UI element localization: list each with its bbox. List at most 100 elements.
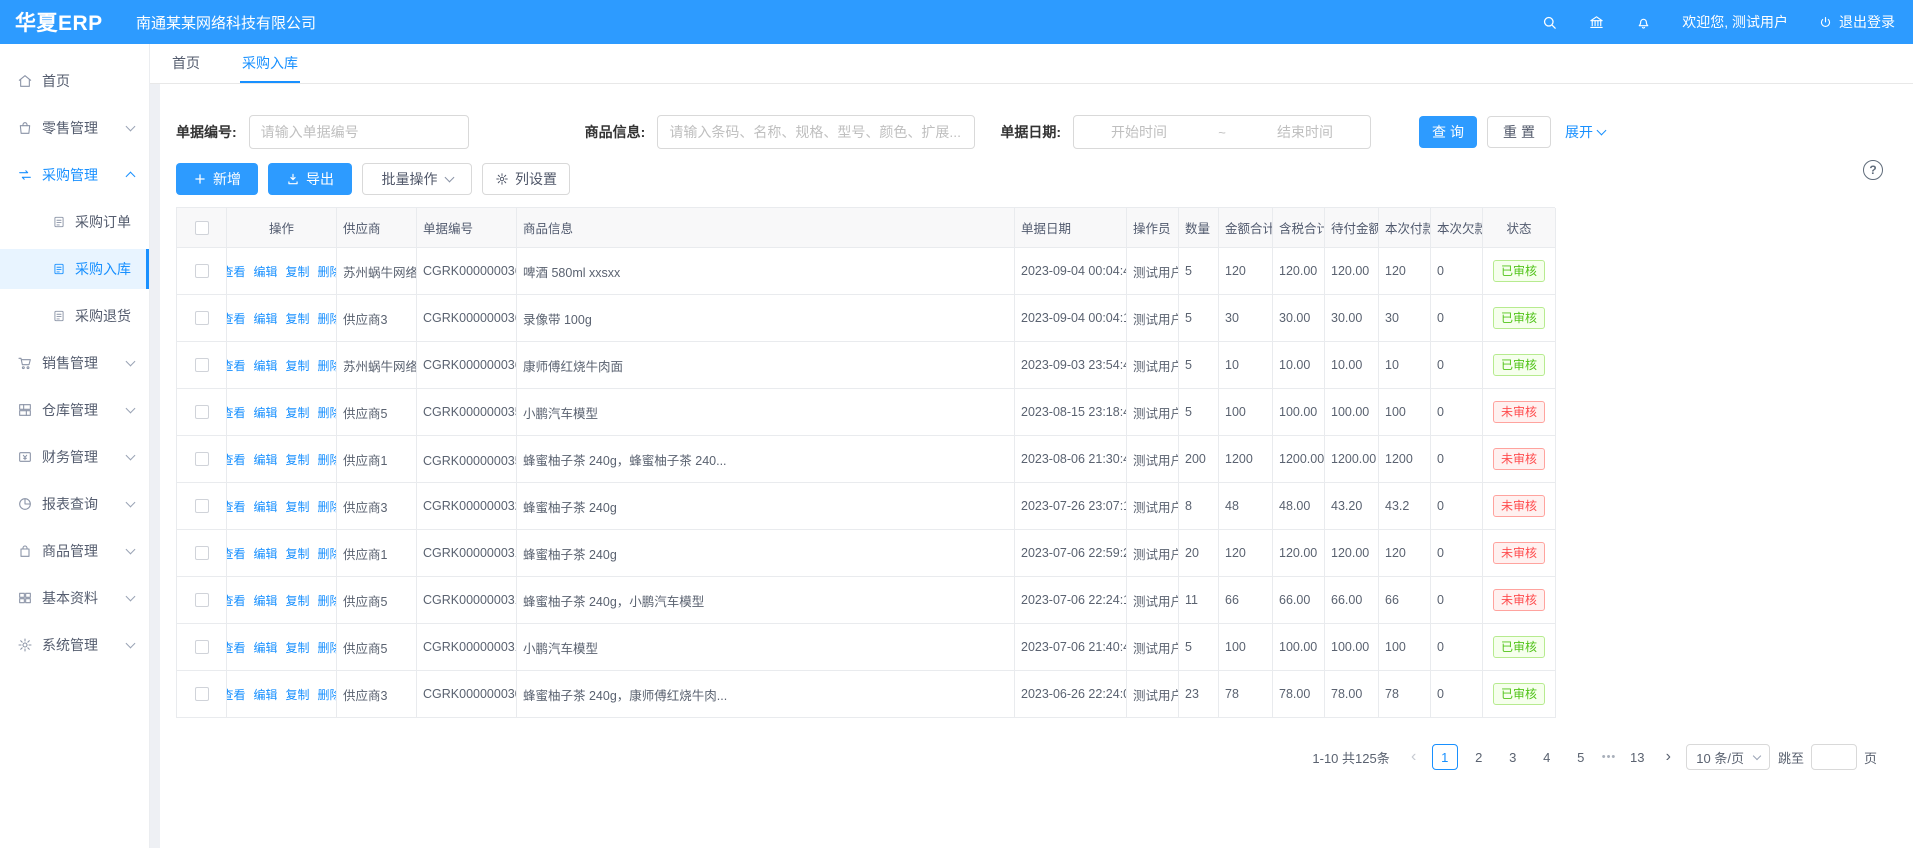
sidebar-item-7[interactable]: 仓库管理 [0,390,149,430]
row-action-edit[interactable]: 编辑 [253,545,277,562]
page-button-13[interactable]: 13 [1624,744,1650,770]
select-all-checkbox[interactable] [195,221,209,235]
page-ellipsis[interactable]: ••• [1602,751,1617,763]
sidebar-item-4[interactable]: 采购入库 [0,249,149,289]
row-action-view[interactable]: 查看 [227,686,245,703]
row-action-copy[interactable]: 复制 [286,639,310,656]
help-icon[interactable]: ? [1863,160,1883,180]
table-row: 查看编辑复制删除供应商3CGRK00000003201蜂蜜柚子茶 240g202… [177,483,1555,530]
sidebar-item-9[interactable]: 报表查询 [0,484,149,524]
page-button-4[interactable]: 4 [1534,744,1560,770]
date-end-input[interactable] [1246,124,1364,140]
row-checkbox[interactable] [195,264,209,278]
date-range-picker[interactable]: ~ [1073,115,1371,149]
cell-amount: 120 [1219,530,1273,577]
row-action-edit[interactable]: 编辑 [253,404,277,421]
row-checkbox[interactable] [195,546,209,560]
expand-link[interactable]: 展开 [1565,122,1605,142]
sidebar-item-5[interactable]: 采购退货 [0,296,149,336]
row-action-view[interactable]: 查看 [227,545,245,562]
row-action-view[interactable]: 查看 [227,451,245,468]
row-action-edit[interactable]: 编辑 [253,592,277,609]
row-action-copy[interactable]: 复制 [286,451,310,468]
product-info-input[interactable] [657,115,975,149]
row-checkbox[interactable] [195,358,209,372]
row-action-delete[interactable]: 删除 [318,404,337,421]
prev-page-button[interactable]: ‹ [1404,744,1424,770]
sidebar-item-11[interactable]: 基本资料 [0,578,149,618]
sidebar-item-0[interactable]: 首页 [0,61,149,101]
row-action-copy[interactable]: 复制 [286,263,310,280]
row-action-delete[interactable]: 删除 [318,451,337,468]
row-action-view[interactable]: 查看 [227,357,245,374]
row-checkbox[interactable] [195,311,209,325]
row-action-delete[interactable]: 删除 [318,545,337,562]
next-page-button[interactable]: › [1658,744,1678,770]
batch-actions-button[interactable]: 批量操作 [362,163,472,195]
row-action-edit[interactable]: 编辑 [253,639,277,656]
row-action-edit[interactable]: 编辑 [253,686,277,703]
row-checkbox[interactable] [195,593,209,607]
search-button[interactable]: 查询 [1419,116,1477,148]
row-checkbox[interactable] [195,640,209,654]
export-button[interactable]: 导出 [268,163,352,195]
row-action-delete[interactable]: 删除 [318,498,337,515]
logout-button[interactable]: 退出登录 [1818,12,1895,32]
sidebar-item-10[interactable]: 商品管理 [0,531,149,571]
row-action-copy[interactable]: 复制 [286,498,310,515]
tab-purchase-inbound[interactable]: 采购入库 [240,44,300,83]
bill-no-input[interactable] [249,115,469,149]
row-checkbox[interactable] [195,452,209,466]
row-action-view[interactable]: 查看 [227,592,245,609]
page-button-1[interactable]: 1 [1432,744,1458,770]
chevron-down-icon [126,357,136,367]
bell-icon[interactable] [1635,14,1652,31]
page-button-3[interactable]: 3 [1500,744,1526,770]
date-start-input[interactable] [1080,124,1198,140]
row-action-view[interactable]: 查看 [227,498,245,515]
row-action-edit[interactable]: 编辑 [253,263,277,280]
row-action-edit[interactable]: 编辑 [253,310,277,327]
row-action-view[interactable]: 查看 [227,263,245,280]
row-action-copy[interactable]: 复制 [286,404,310,421]
tab-home[interactable]: 首页 [170,44,202,83]
sidebar-item-12[interactable]: 系统管理 [0,625,149,665]
row-action-view[interactable]: 查看 [227,639,245,656]
jump-page-input[interactable] [1811,744,1857,770]
sidebar-item-2[interactable]: 采购管理 [0,155,149,195]
row-checkbox[interactable] [195,405,209,419]
row-action-delete[interactable]: 删除 [318,686,337,703]
page-button-2[interactable]: 2 [1466,744,1492,770]
row-action-edit[interactable]: 编辑 [253,357,277,374]
row-action-copy[interactable]: 复制 [286,545,310,562]
row-action-copy[interactable]: 复制 [286,592,310,609]
row-action-view[interactable]: 查看 [227,310,245,327]
row-checkbox[interactable] [195,499,209,513]
page-button-5[interactable]: 5 [1568,744,1594,770]
row-action-delete[interactable]: 删除 [318,310,337,327]
row-action-delete[interactable]: 删除 [318,263,337,280]
sidebar-item-8[interactable]: 财务管理 [0,437,149,477]
search-icon[interactable] [1541,14,1558,31]
product-info-label: 商品信息: [585,122,646,142]
sidebar-item-label: 销售管理 [42,353,98,373]
row-action-copy[interactable]: 复制 [286,310,310,327]
sidebar-item-3[interactable]: 采购订单 [0,202,149,242]
page-size-select[interactable]: 10 条/页 [1686,744,1770,770]
row-action-delete[interactable]: 删除 [318,357,337,374]
row-action-copy[interactable]: 复制 [286,357,310,374]
cell-qty: 5 [1179,248,1219,295]
sidebar-item-1[interactable]: 零售管理 [0,108,149,148]
add-button[interactable]: 新增 [176,163,258,195]
row-action-edit[interactable]: 编辑 [253,451,277,468]
row-action-view[interactable]: 查看 [227,404,245,421]
row-action-copy[interactable]: 复制 [286,686,310,703]
row-action-delete[interactable]: 删除 [318,592,337,609]
row-action-delete[interactable]: 删除 [318,639,337,656]
row-action-edit[interactable]: 编辑 [253,498,277,515]
column-settings-button[interactable]: 列设置 [482,163,570,195]
sidebar-item-6[interactable]: 销售管理 [0,343,149,383]
row-checkbox[interactable] [195,687,209,701]
reset-button[interactable]: 重置 [1487,116,1551,148]
bank-icon[interactable] [1588,14,1605,31]
